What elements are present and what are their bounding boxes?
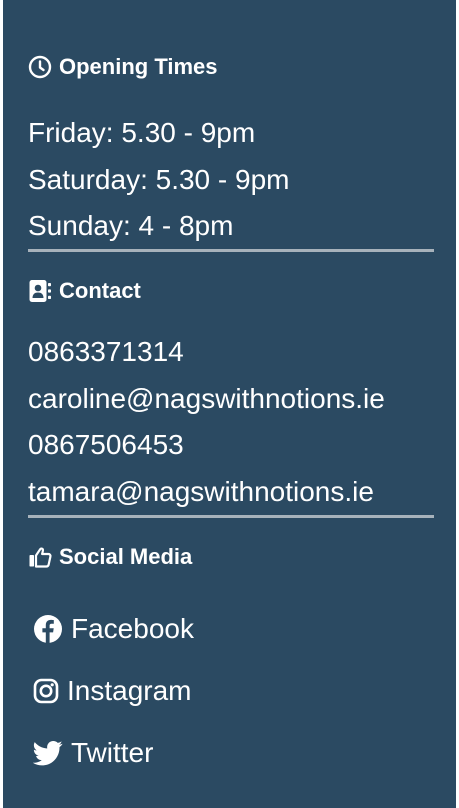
section-divider <box>28 515 434 518</box>
instagram-icon <box>33 678 59 704</box>
opening-times-title: Opening Times <box>59 54 218 79</box>
contact-title: Contact <box>59 278 141 303</box>
thumbs-up-icon <box>28 545 52 569</box>
facebook-icon <box>33 614 63 644</box>
twitter-label: Twitter <box>71 737 154 768</box>
social-media-heading: Social Media <box>28 544 192 570</box>
contact-heading: Contact <box>28 278 141 304</box>
contact-email-2[interactable]: tamara@nagswithnotions.ie <box>28 476 374 508</box>
opening-times-line-sunday: Sunday: 4 - 8pm <box>28 210 234 241</box>
address-book-icon <box>28 279 52 303</box>
twitter-link[interactable]: Twitter <box>33 737 153 769</box>
facebook-label: Facebook <box>71 613 194 644</box>
facebook-link[interactable]: Facebook <box>33 613 194 645</box>
contact-email-1[interactable]: caroline@nagswithnotions.ie <box>28 383 385 415</box>
contact-phone-2[interactable]: 0867506453 <box>28 429 184 461</box>
opening-times-heading: Opening Times <box>28 54 218 80</box>
footer-info-panel: Opening Times Friday: 5.30 - 9pm Saturda… <box>3 0 456 808</box>
opening-times-line-friday: Friday: 5.30 - 9pm <box>28 117 256 148</box>
twitter-icon <box>33 738 63 768</box>
section-divider <box>28 249 434 252</box>
instagram-link[interactable]: Instagram <box>33 675 192 707</box>
instagram-label: Instagram <box>67 675 192 706</box>
opening-times-line-saturday: Saturday: 5.30 - 9pm <box>28 164 290 195</box>
social-media-title: Social Media <box>59 544 193 569</box>
contact-phone-1[interactable]: 0863371314 <box>28 336 184 368</box>
clock-icon <box>28 55 52 79</box>
